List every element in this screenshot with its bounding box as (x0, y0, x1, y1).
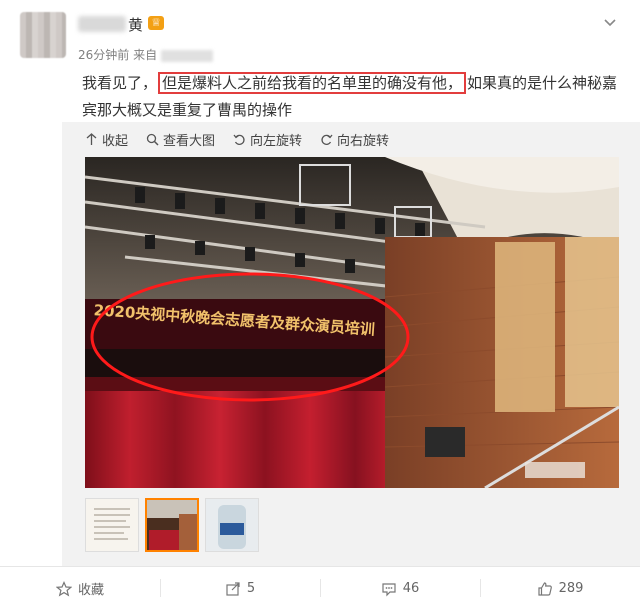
like-count: 289 (558, 581, 584, 596)
post-image[interactable]: 2020央视中秋晚会志愿者及群众演员培训 (85, 157, 619, 488)
chevron-down-icon[interactable] (602, 14, 618, 30)
repost-count: 5 (246, 581, 256, 596)
share-icon (226, 581, 240, 596)
post-text-highlight: 但是爆料人之前给我看的名单里的确没有他， (158, 72, 467, 94)
thumbnail-stage[interactable] (145, 498, 199, 552)
action-bar: 收藏 5 46 289 (0, 566, 640, 610)
post-time[interactable]: 26分钟前 (78, 48, 129, 62)
search-icon (146, 133, 159, 146)
favorite-button[interactable]: 收藏 (0, 567, 160, 610)
post-meta: 26分钟前 来自 (78, 46, 214, 63)
post-text-before: 我看见了， (82, 74, 158, 92)
view-large-label: 查看大图 (163, 134, 216, 149)
comment-button[interactable]: 46 (320, 567, 480, 610)
username[interactable]: 黄 (128, 14, 143, 35)
rotate-right-icon (321, 134, 333, 145)
username-redacted (78, 16, 126, 32)
thumbs-up-icon (537, 581, 552, 596)
stage-photo: 2020央视中秋晚会志愿者及群众演员培训 (85, 157, 619, 488)
rotate-left-label: 向左旋转 (250, 134, 303, 149)
rotate-right-button[interactable]: 向右旋转 (320, 130, 389, 149)
post-source-redacted (161, 49, 214, 62)
view-large-button[interactable]: 查看大图 (146, 130, 215, 149)
comment-icon (382, 582, 396, 596)
favorite-label: 收藏 (77, 583, 104, 598)
avatar[interactable] (20, 12, 66, 58)
vip-badge-icon: ♕ (148, 16, 164, 30)
collapse-button[interactable]: 收起 (85, 130, 128, 149)
comment-count: 46 (402, 581, 420, 596)
thumbnail-bottle[interactable] (205, 498, 259, 552)
thumbnail-strip (85, 498, 259, 552)
post-text: 我看见了， 但是爆料人之前给我看的名单里的确没有他， 如果真的是什么神秘嘉宾那大概又… (82, 70, 622, 124)
post-source-prefix: 来自 (133, 48, 158, 62)
collapse-label: 收起 (102, 134, 129, 149)
image-toolbar: 收起 查看大图 向左旋转 向右旋转 (85, 130, 389, 149)
rotate-left-icon (233, 134, 245, 145)
like-button[interactable]: 289 (480, 567, 640, 610)
rotate-right-label: 向右旋转 (337, 134, 390, 149)
repost-button[interactable]: 5 (160, 567, 320, 610)
thumbnail-document[interactable] (85, 498, 139, 552)
star-icon (55, 580, 72, 596)
collapse-icon (86, 133, 97, 145)
rotate-left-button[interactable]: 向左旋转 (233, 130, 302, 149)
